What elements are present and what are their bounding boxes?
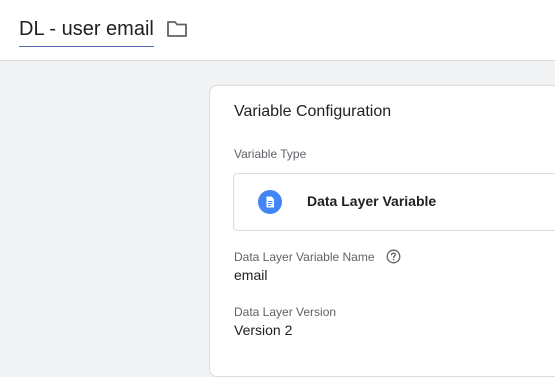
- variable-name-text: DL - user email: [19, 18, 154, 40]
- variable-type-name: Data Layer Variable: [307, 193, 437, 209]
- top-bar: DL - user email: [0, 0, 555, 61]
- variable-type-label: Variable Type: [234, 147, 307, 161]
- help-icon[interactable]: [386, 249, 401, 264]
- dl-version-value: Version 2: [234, 322, 293, 338]
- dl-variable-name-label: Data Layer Variable Name: [234, 250, 375, 264]
- variable-name-field[interactable]: DL - user email: [19, 14, 154, 47]
- variable-type-selector[interactable]: Data Layer Variable: [233, 173, 555, 231]
- folder-icon[interactable]: [166, 19, 188, 39]
- variable-configuration-card[interactable]: Variable Configuration Variable Type Dat…: [209, 85, 555, 377]
- dl-version-label: Data Layer Version: [234, 305, 337, 319]
- dl-variable-name-value: email: [234, 267, 268, 283]
- document-icon: [258, 190, 282, 214]
- card-title: Variable Configuration: [234, 103, 392, 120]
